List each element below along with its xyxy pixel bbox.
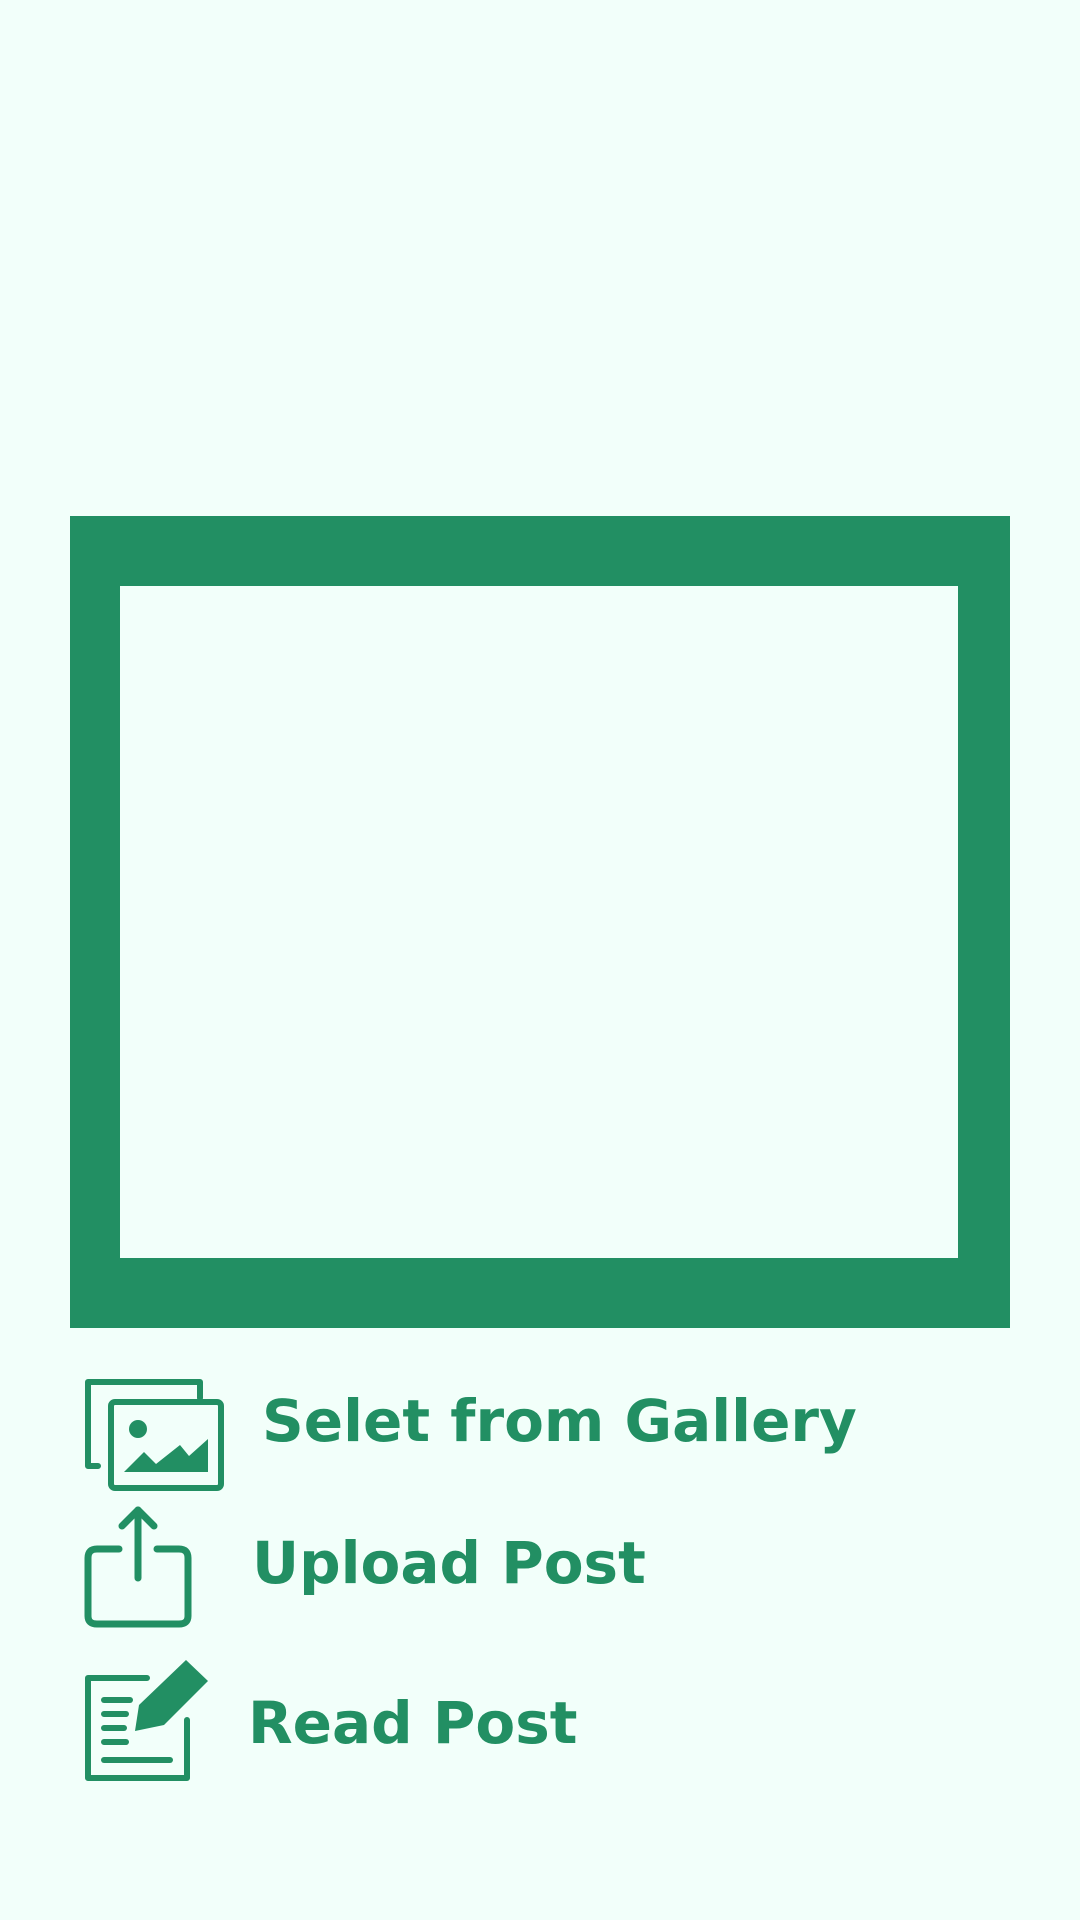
select-from-gallery-button[interactable]: Selet from Gallery	[84, 1378, 857, 1494]
image-preview-frame	[70, 516, 1010, 1328]
read-post-icon	[84, 1656, 214, 1788]
read-post-label: Read Post	[248, 1689, 578, 1757]
upload-post-label: Upload Post	[252, 1529, 646, 1597]
read-post-button[interactable]: Read Post	[84, 1656, 584, 1784]
select-from-gallery-label: Selet from Gallery	[262, 1387, 857, 1455]
upload-icon	[84, 1504, 194, 1634]
gallery-icon	[84, 1378, 226, 1498]
upload-post-button[interactable]: Upload Post	[84, 1504, 646, 1630]
image-preview-area[interactable]	[120, 586, 958, 1258]
